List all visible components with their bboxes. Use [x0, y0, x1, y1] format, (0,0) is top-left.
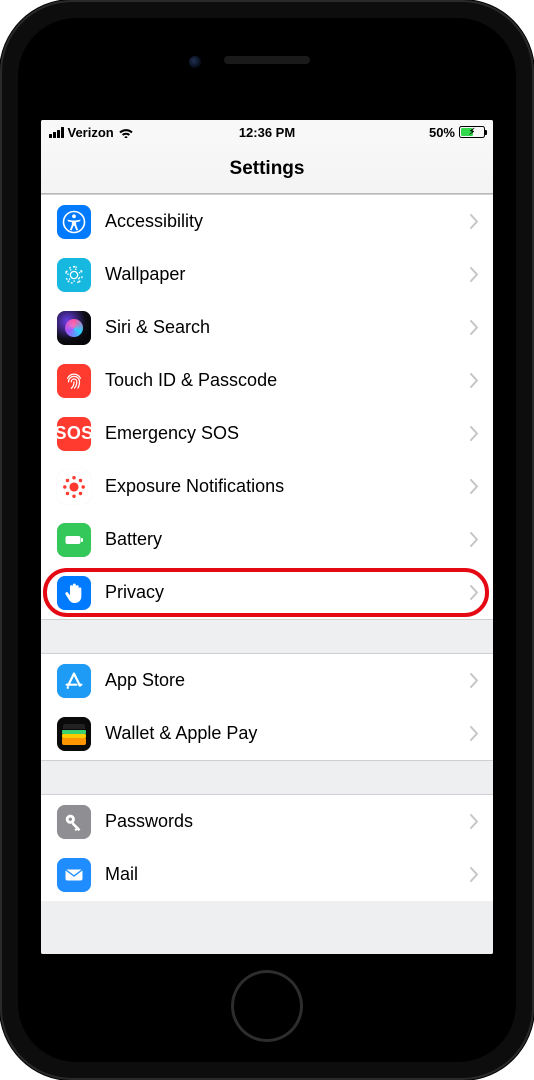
cell-signal-icon	[49, 127, 64, 138]
front-camera	[189, 56, 201, 68]
row-label: Exposure Notifications	[91, 476, 470, 497]
battery-icon	[57, 523, 91, 557]
mail-icon	[57, 858, 91, 892]
settings-row-privacy[interactable]: Privacy	[41, 566, 493, 619]
hand-icon	[57, 576, 91, 610]
settings-row-touchid[interactable]: Touch ID & Passcode	[41, 354, 493, 407]
chevron-right-icon	[470, 585, 493, 600]
row-label: Battery	[91, 529, 470, 550]
fingerprint-icon	[57, 364, 91, 398]
chevron-right-icon	[470, 532, 493, 547]
settings-group: Accessibility Wallpaper Si	[41, 194, 493, 619]
settings-group: Passwords Mail	[41, 794, 493, 901]
chevron-right-icon	[470, 814, 493, 829]
screen: Verizon 12:36 PM 50% ⚡︎ Settings	[41, 120, 493, 954]
settings-group: App Store Wallet & Apple Pay	[41, 653, 493, 760]
settings-row-battery[interactable]: Battery	[41, 513, 493, 566]
settings-row-accessibility[interactable]: Accessibility	[41, 195, 493, 248]
wifi-icon	[118, 126, 134, 138]
siri-icon	[57, 311, 91, 345]
sos-icon: SOS	[57, 417, 91, 451]
status-bar: Verizon 12:36 PM 50% ⚡︎	[41, 120, 493, 144]
settings-row-wallpaper[interactable]: Wallpaper	[41, 248, 493, 301]
key-icon	[57, 805, 91, 839]
accessibility-icon	[57, 205, 91, 239]
chevron-right-icon	[470, 373, 493, 388]
chevron-right-icon	[470, 267, 493, 282]
chevron-right-icon	[470, 320, 493, 335]
settings-row-mail[interactable]: Mail	[41, 848, 493, 901]
page-title: Settings	[230, 158, 305, 180]
settings-row-siri[interactable]: Siri & Search	[41, 301, 493, 354]
row-label: Siri & Search	[91, 317, 470, 338]
appstore-icon	[57, 664, 91, 698]
row-label: Passwords	[91, 811, 470, 832]
row-label: Privacy	[91, 582, 470, 603]
row-label: Accessibility	[91, 211, 470, 232]
chevron-right-icon	[470, 426, 493, 441]
settings-row-sos[interactable]: SOS Emergency SOS	[41, 407, 493, 460]
wallpaper-icon	[57, 258, 91, 292]
row-label: Mail	[91, 864, 470, 885]
home-button[interactable]	[231, 970, 303, 1042]
chevron-right-icon	[470, 479, 493, 494]
row-label: App Store	[91, 670, 470, 691]
chevron-right-icon	[470, 214, 493, 229]
settings-row-appstore[interactable]: App Store	[41, 654, 493, 707]
exposure-icon	[57, 470, 91, 504]
earpiece-speaker	[224, 56, 310, 64]
settings-row-passwords[interactable]: Passwords	[41, 795, 493, 848]
chevron-right-icon	[470, 867, 493, 882]
settings-row-wallet[interactable]: Wallet & Apple Pay	[41, 707, 493, 760]
row-label: Emergency SOS	[91, 423, 470, 444]
row-label: Wallpaper	[91, 264, 470, 285]
row-label: Touch ID & Passcode	[91, 370, 470, 391]
battery-icon: ⚡︎	[459, 126, 485, 138]
device-frame: Verizon 12:36 PM 50% ⚡︎ Settings	[0, 0, 534, 1080]
battery-pct: 50%	[429, 125, 455, 140]
settings-list[interactable]: Accessibility Wallpaper Si	[41, 194, 493, 954]
nav-header: Settings	[41, 144, 493, 194]
chevron-right-icon	[470, 673, 493, 688]
carrier-label: Verizon	[68, 125, 114, 140]
clock: 12:36 PM	[239, 125, 295, 140]
row-label: Wallet & Apple Pay	[91, 723, 470, 744]
wallet-icon	[57, 717, 91, 751]
chevron-right-icon	[470, 726, 493, 741]
settings-row-exposure[interactable]: Exposure Notifications	[41, 460, 493, 513]
